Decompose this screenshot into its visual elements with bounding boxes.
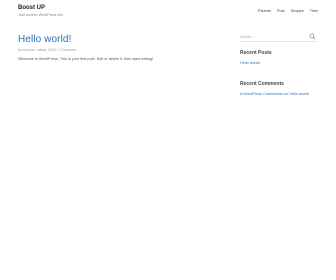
- nav-item-parents[interactable]: Parents: [258, 9, 271, 14]
- search-form: [240, 32, 318, 42]
- site-tagline: Just another WordPress site: [18, 13, 64, 17]
- post-title[interactable]: Hello world!: [18, 34, 218, 45]
- recent-post-link[interactable]: Hello world!: [240, 61, 260, 65]
- main-navigation: Parents Post Shoppe Tires: [258, 9, 318, 14]
- recent-comments-list: A WordPress Commenter on Hello world!: [240, 92, 318, 97]
- list-item: Hello world!: [240, 61, 318, 66]
- post-article: Hello world! by cmsbox / admin, 2016 / 1…: [18, 34, 218, 62]
- nav-item-shoppe[interactable]: Shoppe: [291, 9, 304, 14]
- list-item: A WordPress Commenter on Hello world!: [240, 92, 318, 97]
- site-title[interactable]: Boost UP: [18, 5, 45, 11]
- recent-comments-widget: Recent Comments A WordPress Commenter on…: [240, 80, 318, 97]
- recent-posts-list: Hello world!: [240, 61, 318, 66]
- post-meta: by cmsbox / admin, 2016 / 1 Comment: [18, 48, 77, 52]
- sidebar: Recent Posts Hello world! Recent Comment…: [240, 32, 318, 112]
- search-icon[interactable]: [309, 33, 316, 40]
- search-input[interactable]: [240, 32, 304, 41]
- site-header: Boost UP Just another WordPress site Par…: [0, 0, 336, 26]
- nav-item-tires[interactable]: Tires: [310, 9, 318, 14]
- recent-posts-title: Recent Posts: [240, 50, 272, 56]
- nav-item-post[interactable]: Post: [277, 9, 285, 14]
- recent-comments-title: Recent Comments: [240, 80, 284, 87]
- post-content: Welcome to WordPress. This is your first…: [18, 57, 154, 62]
- recent-posts-widget: Recent Posts Hello world!: [240, 51, 318, 66]
- recent-comment-link[interactable]: A WordPress Commenter on Hello world!: [240, 92, 309, 96]
